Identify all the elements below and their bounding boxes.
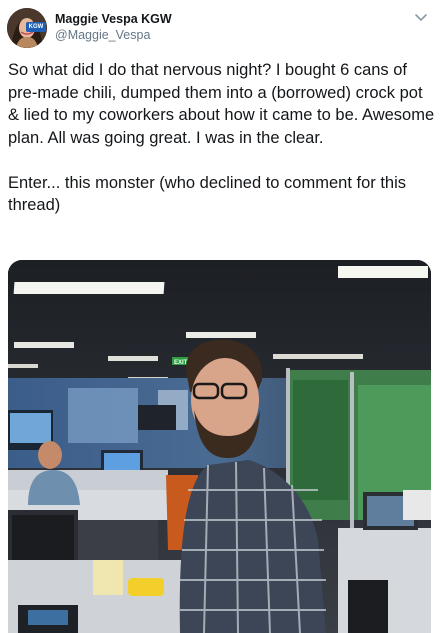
tweet-text: So what did I do that nervous night? I b… — [8, 61, 435, 214]
exit-sign: EXIT — [174, 360, 188, 366]
tweet-header: KGW Maggie Vespa KGW @Maggie_Vespa — [0, 0, 441, 56]
chevron-down-icon[interactable] — [414, 13, 428, 23]
newsroom-photo: EXIT — [8, 260, 431, 633]
display-name[interactable]: Maggie Vespa KGW — [55, 12, 172, 26]
tweet-photo[interactable]: EXIT — [8, 260, 431, 633]
kgw-badge: KGW — [26, 22, 46, 32]
user-handle[interactable]: @Maggie_Vespa — [55, 28, 150, 42]
